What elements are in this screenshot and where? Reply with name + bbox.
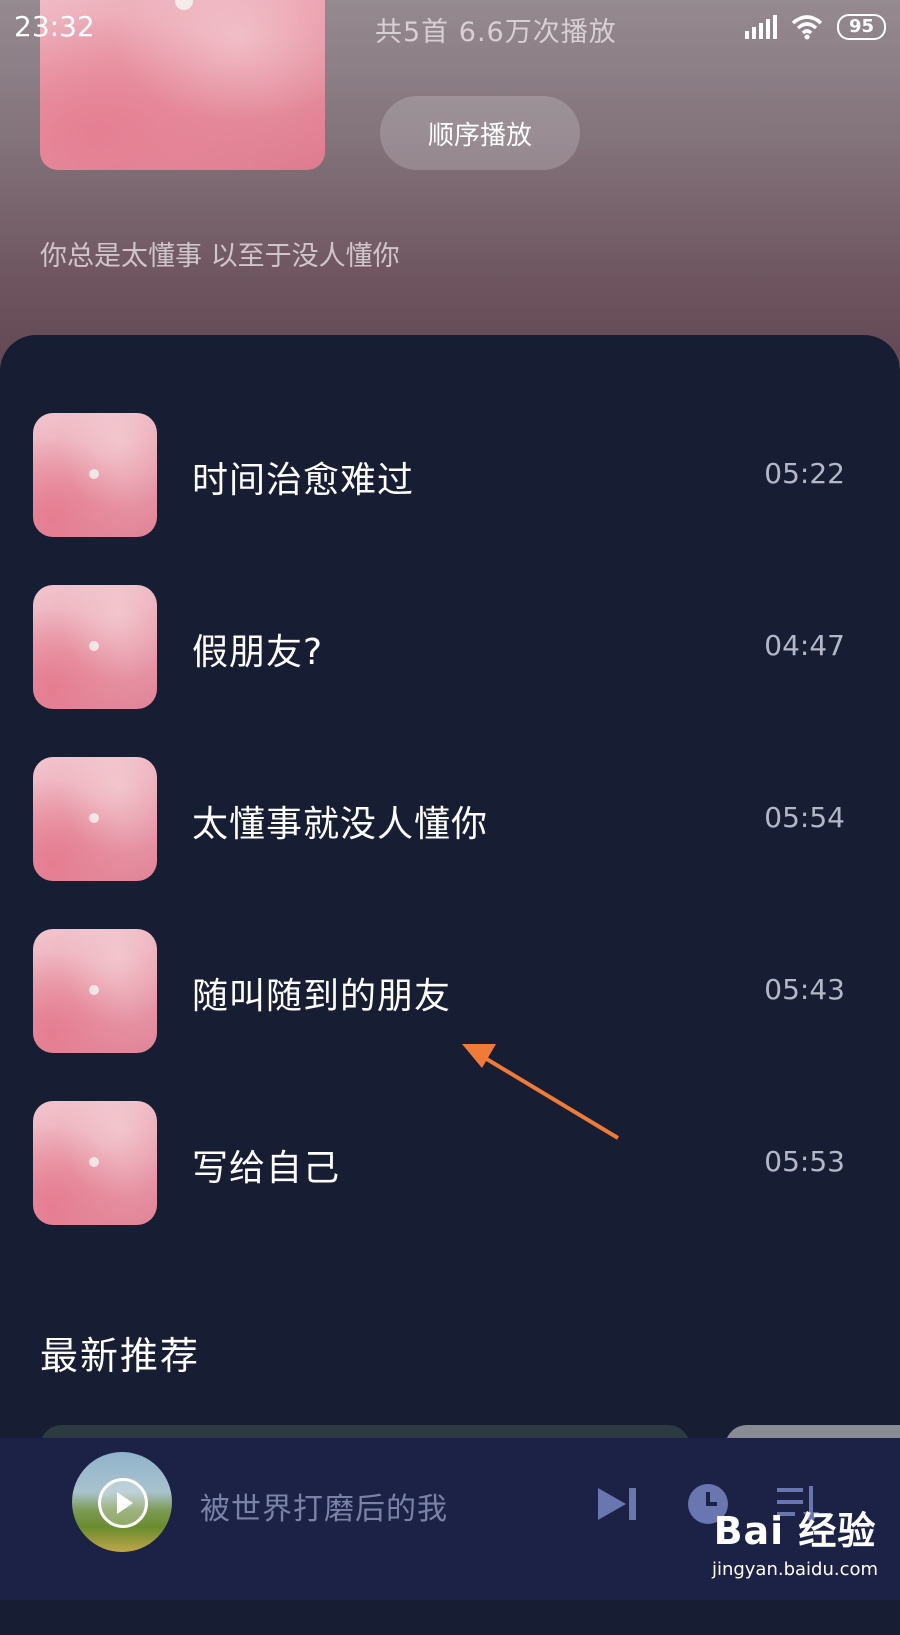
song-row[interactable]: 随叫随到的朋友 05:43 (0, 929, 900, 1055)
song-duration: 05:43 (764, 973, 845, 1006)
song-thumbnail (33, 929, 157, 1053)
play-order-button[interactable]: 顺序播放 (380, 96, 580, 170)
now-playing-title[interactable]: 被世界打磨后的我 (200, 1484, 448, 1528)
song-duration: 05:22 (764, 457, 845, 490)
song-thumbnail (33, 757, 157, 881)
wifi-icon (791, 15, 823, 40)
song-row[interactable]: 时间治愈难过 05:22 (0, 413, 900, 539)
status-icons: 95 (744, 14, 886, 40)
watermark-url: jingyan.baidu.com (711, 1559, 879, 1580)
song-thumbnail (33, 585, 157, 709)
song-title: 随叫随到的朋友 (192, 976, 452, 1017)
play-icon[interactable] (98, 1478, 148, 1528)
song-duration: 04:47 (764, 629, 845, 662)
baidu-jingyan-watermark: Bai 经验 jingyan.baidu.com (690, 1500, 900, 1580)
song-title: 太懂事就没人懂你 (192, 804, 489, 845)
song-thumbnail (33, 413, 157, 537)
status-time: 23:32 (14, 10, 95, 43)
song-row[interactable]: 假朋友? 04:47 (0, 585, 900, 711)
now-playing-album-art[interactable] (72, 1452, 172, 1552)
song-title: 写给自己 (192, 1148, 341, 1189)
playlist-description: 你总是太懂事 以至于没人懂你 (40, 241, 400, 272)
watermark-brand: Bai 经验 (713, 1509, 877, 1553)
song-row[interactable]: 写给自己 05:53 (0, 1101, 900, 1227)
recommend-section-title: 最新推荐 (40, 1334, 201, 1378)
next-track-icon[interactable] (596, 1486, 640, 1522)
song-title: 时间治愈难过 (192, 460, 415, 501)
signal-icon (744, 15, 777, 39)
battery-indicator: 95 (836, 14, 886, 40)
song-duration: 05:53 (764, 1145, 845, 1178)
song-thumbnail (33, 1101, 157, 1225)
song-row[interactable]: 太懂事就没人懂你 05:54 (0, 757, 900, 883)
song-duration: 05:54 (764, 801, 845, 834)
playlist-stats: 共5首 6.6万次播放 (375, 17, 617, 48)
song-title: 假朋友? (192, 632, 324, 673)
